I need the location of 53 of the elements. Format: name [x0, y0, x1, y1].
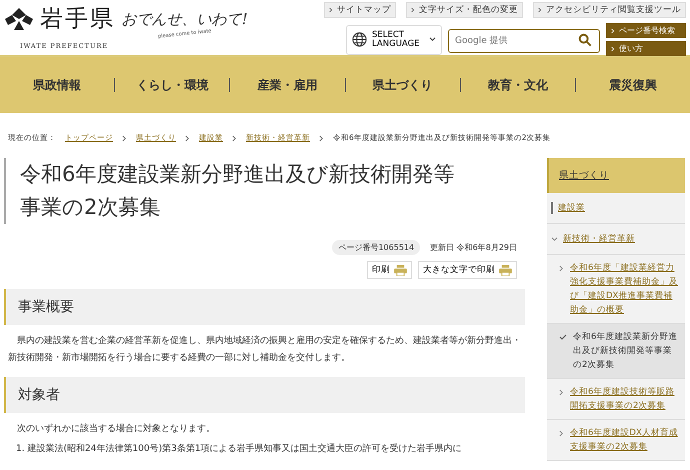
chevron-right-icon [122, 134, 127, 142]
sidebar-link[interactable]: 新技術・経営革新 [563, 233, 635, 245]
chevron-right-icon [611, 28, 615, 34]
section-heading: 事業概要 [4, 289, 525, 325]
chevron-down-icon [429, 37, 436, 42]
top-link[interactable]: 文字サイズ・配色の変更 [406, 2, 523, 18]
section-paragraph: 県内の建設業を営む企業の経営革新を促進し、県内地域経済の振興と雇用の安定を確保するため、建設業者等が新分野進出・新技術開発・新市場開拓を行う場合に要する経費の一部に対し補助金を交付します。 [7, 334, 522, 365]
sidebar-link[interactable]: 令和6年度建設DX人材育成支援事業の2次募集 [570, 426, 679, 454]
printer-icon [394, 264, 407, 276]
search-field[interactable]: Google 提供 [448, 28, 600, 52]
chevron-right-icon [185, 134, 190, 142]
language-select[interactable]: SELECT LANGUAGE [346, 24, 442, 54]
sidebar-link[interactable]: 建設業 [558, 202, 585, 214]
chevron-down-icon [551, 236, 558, 242]
section-paragraph: 次のいずれかに該当する場合に対象となります。 [16, 422, 216, 436]
nav-item[interactable]: 教育・文化 [460, 78, 575, 92]
nav-item[interactable]: 県土づくり [344, 78, 460, 92]
checkmark-icon [559, 334, 567, 340]
chevron-right-icon [559, 389, 564, 396]
nav-item[interactable]: 県政情報 [0, 78, 114, 92]
print-button[interactable]: 印刷 [367, 261, 412, 279]
chevron-right-icon [611, 46, 615, 52]
search-icon[interactable] [578, 32, 592, 46]
site-logo-text[interactable]: 岩手県 [40, 3, 115, 34]
chevron-right-icon [329, 7, 333, 13]
chevron-right-icon [411, 7, 415, 13]
chevron-right-icon [559, 265, 564, 272]
chevron-right-icon [559, 430, 564, 437]
chevron-right-icon [319, 134, 324, 142]
sidebar-title-link[interactable]: 県土づくり [559, 170, 609, 181]
sidebar-current-item: 令和6年度建設業新分野進出及び新技術開発等事業の2次募集 [573, 330, 678, 372]
nav-item[interactable]: 震災復興 [574, 78, 690, 92]
header-link-button[interactable]: 使い方 [606, 41, 686, 56]
print-button[interactable]: 大きな文字で印刷 [418, 261, 517, 279]
prefecture-emblem-icon [4, 6, 34, 30]
printer-icon [499, 264, 512, 276]
sidebar-link[interactable]: 令和6年度「建設業経営力強化支援事業費補助金」及び「建設DX推進事業費補助金」の概要 [570, 261, 679, 317]
updated-date: 更新日 令和6年8月29日 [430, 242, 517, 253]
chevron-right-icon [538, 7, 542, 13]
item-marker-bar [551, 202, 553, 214]
section-heading: 対象者 [4, 377, 525, 413]
nav-item[interactable]: 産業・雇用 [229, 78, 345, 92]
globe-icon [352, 32, 367, 47]
list-item: 1. 建設業法(昭和24年法律第100号)第3条第1項による岩手県知事又は国土交通大臣の許可を受けた岩手県内に [16, 442, 463, 455]
top-link[interactable]: アクセシビリティ閲覧支援ツール [533, 2, 686, 18]
nav-item[interactable]: くらし・環境 [114, 78, 230, 92]
chevron-right-icon [232, 134, 237, 142]
slogan: おでんせ、いわて! [122, 10, 249, 29]
top-link[interactable]: サイトマップ [324, 2, 396, 18]
page-number-badge: ページ番号1065514 [332, 240, 420, 255]
header-link-button[interactable]: ページ番号検索 [606, 23, 686, 38]
sidebar-link[interactable]: 令和6年度建設技術等販路開拓支援事業の2次募集 [570, 385, 679, 413]
page-title: 令和6年度建設業新分野進出及び新技術開発等事業の2次募集 [4, 158, 475, 224]
